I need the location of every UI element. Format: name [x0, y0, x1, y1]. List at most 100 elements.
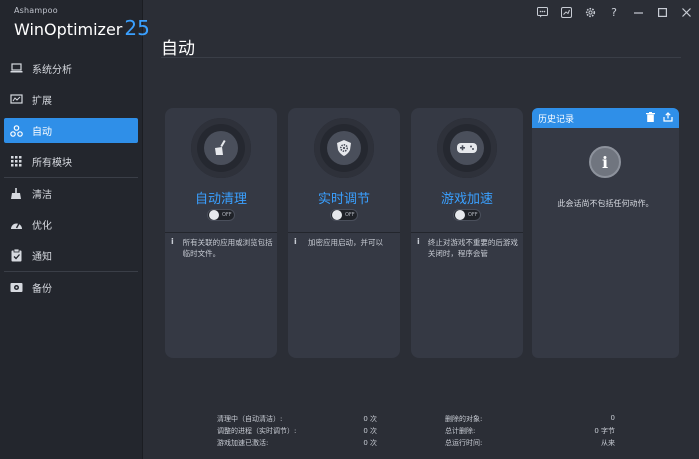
clipboard-icon — [8, 248, 24, 264]
sidebar: Ashampoo WinOptimizer 25 系统分析 扩展 自动 所有模块… — [0, 0, 150, 459]
shield-gear-icon — [327, 131, 361, 165]
trash-icon[interactable] — [646, 111, 655, 125]
game-booster-card[interactable]: 游戏加速 OFF i 终止对游戏不重要的后游戏关闭时，程序会管 — [411, 108, 523, 358]
laptop-icon — [8, 61, 24, 77]
stat-value: 0 次 — [363, 439, 377, 447]
card-info-text: 所有关联的应用或浏览包括临时文件。 — [182, 238, 273, 258]
app-logo: Ashampoo WinOptimizer 25 — [14, 6, 150, 40]
share-icon[interactable] — [663, 111, 673, 125]
stat-label: 删除的对象: — [445, 415, 483, 423]
toggle-label: OFF — [468, 212, 478, 218]
history-panel: 历史记录 i 此会话尚不包括任何动作。 — [532, 108, 679, 358]
speedometer-icon — [8, 217, 24, 233]
broom-icon — [8, 186, 24, 202]
game-booster-toggle[interactable]: OFF — [453, 209, 481, 221]
help-icon[interactable]: ? — [607, 5, 621, 19]
card-badge — [437, 118, 497, 178]
sidebar-divider — [4, 271, 138, 272]
stat-row: 游戏加速已激活: 0 次 — [217, 438, 377, 450]
live-tuner-card[interactable]: 实时调节 OFF i 加密应用启动，并可以 — [288, 108, 400, 358]
sidebar-item-clean[interactable]: 清洁 — [4, 181, 138, 206]
brand-vendor: Ashampoo — [14, 6, 58, 15]
backup-icon — [8, 280, 24, 296]
title-divider — [161, 57, 681, 58]
close-icon[interactable] — [679, 5, 693, 19]
info-icon: i — [417, 237, 420, 246]
sidebar-nav: 系统分析 扩展 自动 所有模块 清洁 优化 通知 备份 — [4, 56, 138, 306]
minimize-icon[interactable] — [631, 5, 645, 19]
card-divider — [411, 232, 523, 233]
stat-label: 总计删除: — [445, 427, 476, 435]
sidebar-item-system-analysis[interactable]: 系统分析 — [4, 56, 138, 81]
stat-row: 删除的对象: 0 — [445, 414, 615, 426]
sidebar-item-notifications[interactable]: 通知 — [4, 243, 138, 268]
page-title: 自动 — [161, 39, 195, 59]
history-header: 历史记录 — [532, 108, 679, 128]
info-icon: i — [171, 237, 174, 246]
titlebar-controls: ? — [535, 5, 693, 19]
stats-left: 清理中（自动清洁）: 0 次 调整的进程（实时调节）: 0 次 游戏加速已激活: 0 … — [217, 414, 377, 450]
stat-value: 0 次 — [363, 415, 377, 423]
stat-row: 总计删除: 0 字节 — [445, 426, 615, 438]
info-circle-icon: i — [589, 146, 621, 178]
sidebar-item-auto[interactable]: 自动 — [4, 118, 138, 143]
stats-right: 删除的对象: 0 总计删除: 0 字节 总运行时间: 从来 — [445, 414, 615, 450]
card-divider — [288, 232, 400, 233]
sidebar-item-label: 优化 — [32, 221, 52, 232]
stat-row: 调整的进程（实时调节）: 0 次 — [217, 426, 377, 438]
maximize-icon[interactable] — [655, 5, 669, 19]
history-empty-message: 此会话尚不包括任何动作。 — [557, 199, 654, 208]
stats-icon[interactable] — [559, 5, 573, 19]
sidebar-divider — [4, 177, 138, 178]
card-info-text: 加密应用启动，并可以 — [308, 238, 383, 247]
feedback-icon[interactable] — [535, 5, 549, 19]
stat-value: 0 字节 — [594, 427, 615, 435]
toggle-knob — [455, 210, 465, 220]
toggle-knob — [332, 210, 342, 220]
toggle-label: OFF — [222, 212, 232, 218]
card-badge — [314, 118, 374, 178]
stat-label: 清理中（自动清洁）: — [217, 415, 283, 423]
info-icon: i — [294, 237, 297, 246]
sidebar-item-optimize[interactable]: 优化 — [4, 212, 138, 237]
stat-label: 调整的进程（实时调节）: — [217, 427, 297, 435]
stat-value: 0 — [610, 414, 615, 422]
broom-icon — [204, 131, 238, 165]
sidebar-item-label: 备份 — [32, 284, 52, 295]
card-title: 实时调节 — [317, 192, 370, 207]
stat-label: 游戏加速已激活: — [217, 439, 269, 447]
brand-product: WinOptimizer — [14, 20, 123, 39]
sidebar-item-label: 系统分析 — [32, 65, 72, 76]
card-info: i 终止对游戏不重要的后游戏关闭时，程序会管 — [417, 237, 519, 259]
history-title: 历史记录 — [538, 114, 575, 125]
chart-icon — [8, 92, 24, 108]
grid-icon — [8, 154, 24, 170]
card-divider — [165, 232, 277, 233]
sidebar-item-extensions[interactable]: 扩展 — [4, 87, 138, 112]
sidebar-item-all-modules[interactable]: 所有模块 — [4, 149, 138, 174]
gamepad-icon — [450, 131, 484, 165]
card-badge — [191, 118, 251, 178]
stat-label: 总运行时间: — [445, 439, 483, 447]
nodes-icon — [8, 123, 24, 139]
gear-icon[interactable] — [583, 5, 597, 19]
toggle-knob — [209, 210, 219, 220]
card-info: i 加密应用启动，并可以 — [294, 237, 396, 259]
auto-clean-card[interactable]: 自动清理 OFF i 所有关联的应用或浏览包括临时文件。 — [165, 108, 277, 358]
card-title: 游戏加速 — [440, 192, 493, 207]
toggle-label: OFF — [345, 212, 355, 218]
brand-name: WinOptimizer 25 — [14, 16, 150, 40]
stat-value: 从来 — [601, 439, 615, 447]
stat-value: 0 次 — [363, 427, 377, 435]
sidebar-item-label: 通知 — [32, 252, 52, 263]
card-title: 自动清理 — [194, 192, 247, 207]
auto-clean-toggle[interactable]: OFF — [207, 209, 235, 221]
card-info: i 所有关联的应用或浏览包括临时文件。 — [171, 237, 273, 259]
brand-version: 25 — [124, 16, 150, 40]
sidebar-item-label: 清洁 — [32, 190, 52, 201]
live-tuner-toggle[interactable]: OFF — [330, 209, 358, 221]
sidebar-item-label: 所有模块 — [32, 158, 72, 169]
sidebar-item-backup[interactable]: 备份 — [4, 275, 138, 300]
sidebar-item-label: 自动 — [32, 127, 52, 138]
stat-row: 总运行时间: 从来 — [445, 438, 615, 450]
